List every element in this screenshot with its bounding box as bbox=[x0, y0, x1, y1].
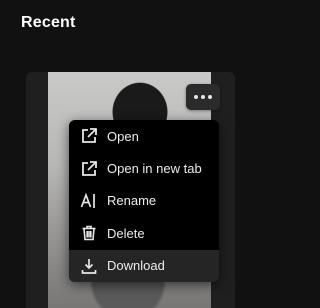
menu-item-label: Rename bbox=[107, 193, 157, 209]
section-title: Recent bbox=[21, 14, 76, 31]
menu-item-open-new-tab[interactable]: Open in new tab bbox=[69, 152, 219, 184]
more-dot-icon bbox=[208, 95, 212, 99]
menu-item-label: Download bbox=[107, 258, 165, 274]
menu-item-delete[interactable]: Delete bbox=[69, 217, 219, 249]
menu-item-label: Delete bbox=[107, 225, 145, 241]
menu-item-download[interactable]: Download bbox=[69, 249, 219, 282]
rename-icon bbox=[79, 191, 99, 211]
more-dot-icon bbox=[201, 95, 205, 99]
menu-item-label: Open bbox=[107, 128, 139, 144]
download-icon bbox=[79, 256, 99, 276]
context-menu: Open Open in new tab Rename Delete Downl… bbox=[69, 120, 219, 282]
new-tab-icon bbox=[79, 159, 99, 179]
external-link-icon bbox=[79, 126, 99, 146]
trash-icon bbox=[79, 223, 99, 243]
menu-item-label: Open in new tab bbox=[107, 161, 202, 177]
menu-item-rename[interactable]: Rename bbox=[69, 185, 219, 217]
menu-item-open[interactable]: Open bbox=[69, 120, 219, 152]
more-options-button[interactable] bbox=[186, 84, 220, 110]
more-dot-icon bbox=[194, 95, 198, 99]
